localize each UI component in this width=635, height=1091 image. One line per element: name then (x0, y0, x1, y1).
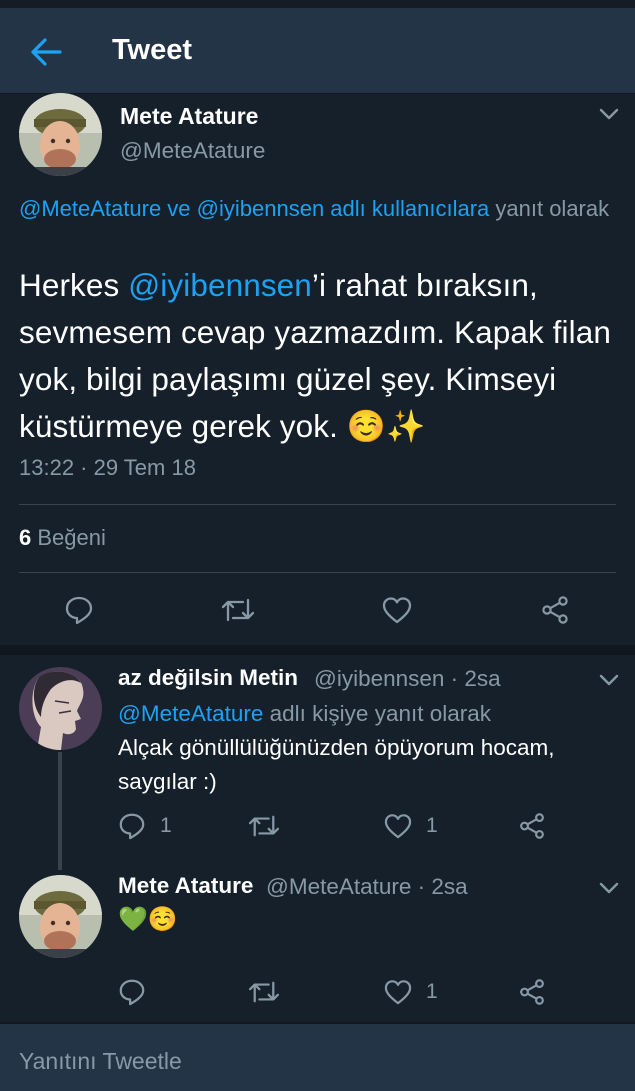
reply-conjunction[interactable]: ve (161, 196, 196, 221)
like-icon (384, 980, 412, 1005)
retweet-button[interactable] (248, 979, 294, 1005)
reply-author-name[interactable]: az değilsin Metin (118, 665, 298, 691)
reply-button[interactable]: 1 (118, 812, 172, 840)
retweet-icon (248, 981, 280, 1003)
reply-avatar[interactable] (19, 875, 102, 958)
chevron-down-icon[interactable] (597, 668, 621, 692)
avatar-portrait (19, 875, 102, 958)
reply-mention-link[interactable]: @iyibennsen (197, 196, 325, 221)
like-icon (382, 597, 412, 624)
avatar-illustration (19, 667, 102, 750)
reply-avatar[interactable] (19, 667, 102, 750)
reply-count: 1 (160, 814, 172, 837)
like-button[interactable] (382, 596, 412, 624)
tweet-text: Herkes @iyibennsen’i rahat bıraksın, sev… (19, 262, 619, 451)
share-icon (520, 979, 544, 1005)
section-separator (0, 645, 635, 655)
reply-button[interactable] (118, 978, 160, 1006)
reply-context-text: adlı kişiye yanıt olarak (263, 701, 492, 726)
like-button[interactable]: 1 (384, 979, 438, 1005)
tweet-mention-link[interactable]: @iyibennsen (128, 267, 312, 303)
reply-users-link[interactable]: adlı kullanıcılara (324, 196, 489, 221)
tweet-text-part: Herkes (19, 267, 129, 303)
reply-author-handle[interactable]: @iyibennsen · 2sa (314, 666, 501, 692)
likes-label: Beğeni (31, 525, 106, 550)
reply-compose-bar[interactable]: Yanıtını Tweetle (0, 1024, 635, 1091)
reply-author-handle[interactable]: @MeteAtature · 2sa (266, 874, 468, 900)
reply-mention-link[interactable]: @MeteAtature (118, 701, 263, 726)
like-button[interactable]: 1 (384, 813, 438, 839)
page-title: Tweet (112, 34, 193, 66)
author-name[interactable]: Mete Atature (120, 103, 258, 130)
divider (19, 572, 616, 573)
likes-count[interactable]: 6 Beğeni (19, 525, 106, 551)
reply-author-name[interactable]: Mete Atature (118, 873, 253, 899)
reply-context-text: yanıt olarak (489, 196, 610, 221)
like-count: 1 (426, 814, 438, 837)
author-handle[interactable]: @MeteAtature (120, 138, 265, 164)
reply-text: 💚☺️ (118, 905, 178, 933)
reply-icon (119, 813, 145, 840)
reply-button[interactable] (64, 595, 94, 625)
thread-connector (58, 752, 62, 870)
reply-mention-link[interactable]: @MeteAtature (19, 196, 161, 221)
reply-text: Alçak gönüllülüğünüzden öpüyorum hocam, … (118, 735, 555, 794)
like-icon (384, 814, 412, 839)
likes-number: 6 (19, 525, 32, 550)
retweet-icon (248, 815, 280, 837)
avatar-portrait (19, 93, 102, 176)
share-button[interactable] (540, 595, 570, 625)
chevron-down-icon[interactable] (597, 102, 621, 126)
tweet-emoji: ☺️✨ (346, 409, 426, 445)
retweet-button[interactable] (248, 813, 294, 839)
like-count: 1 (426, 980, 438, 1003)
back-arrow-icon (31, 38, 62, 66)
chevron-down-icon[interactable] (597, 876, 621, 900)
divider (19, 504, 616, 505)
app-header: Tweet (0, 8, 635, 94)
share-icon (520, 813, 544, 839)
reply-icon (119, 979, 145, 1006)
share-button[interactable] (518, 978, 546, 1006)
reply-compose-input[interactable]: Yanıtını Tweetle (19, 1048, 182, 1075)
status-strip (0, 0, 635, 8)
retweet-icon (221, 598, 255, 622)
share-button[interactable] (518, 812, 546, 840)
back-button[interactable] (24, 34, 68, 70)
reply-context: @MeteAtature adlı kişiye yanıt olarak (118, 697, 618, 731)
reply-context: @MeteAtature ve @iyibennsen adlı kullanı… (19, 193, 619, 225)
share-icon (542, 596, 568, 624)
author-avatar[interactable] (19, 93, 102, 176)
reply-icon (65, 596, 93, 625)
retweet-button[interactable] (221, 596, 255, 624)
tweet-timestamp: 13:22 · 29 Tem 18 (19, 455, 196, 480)
